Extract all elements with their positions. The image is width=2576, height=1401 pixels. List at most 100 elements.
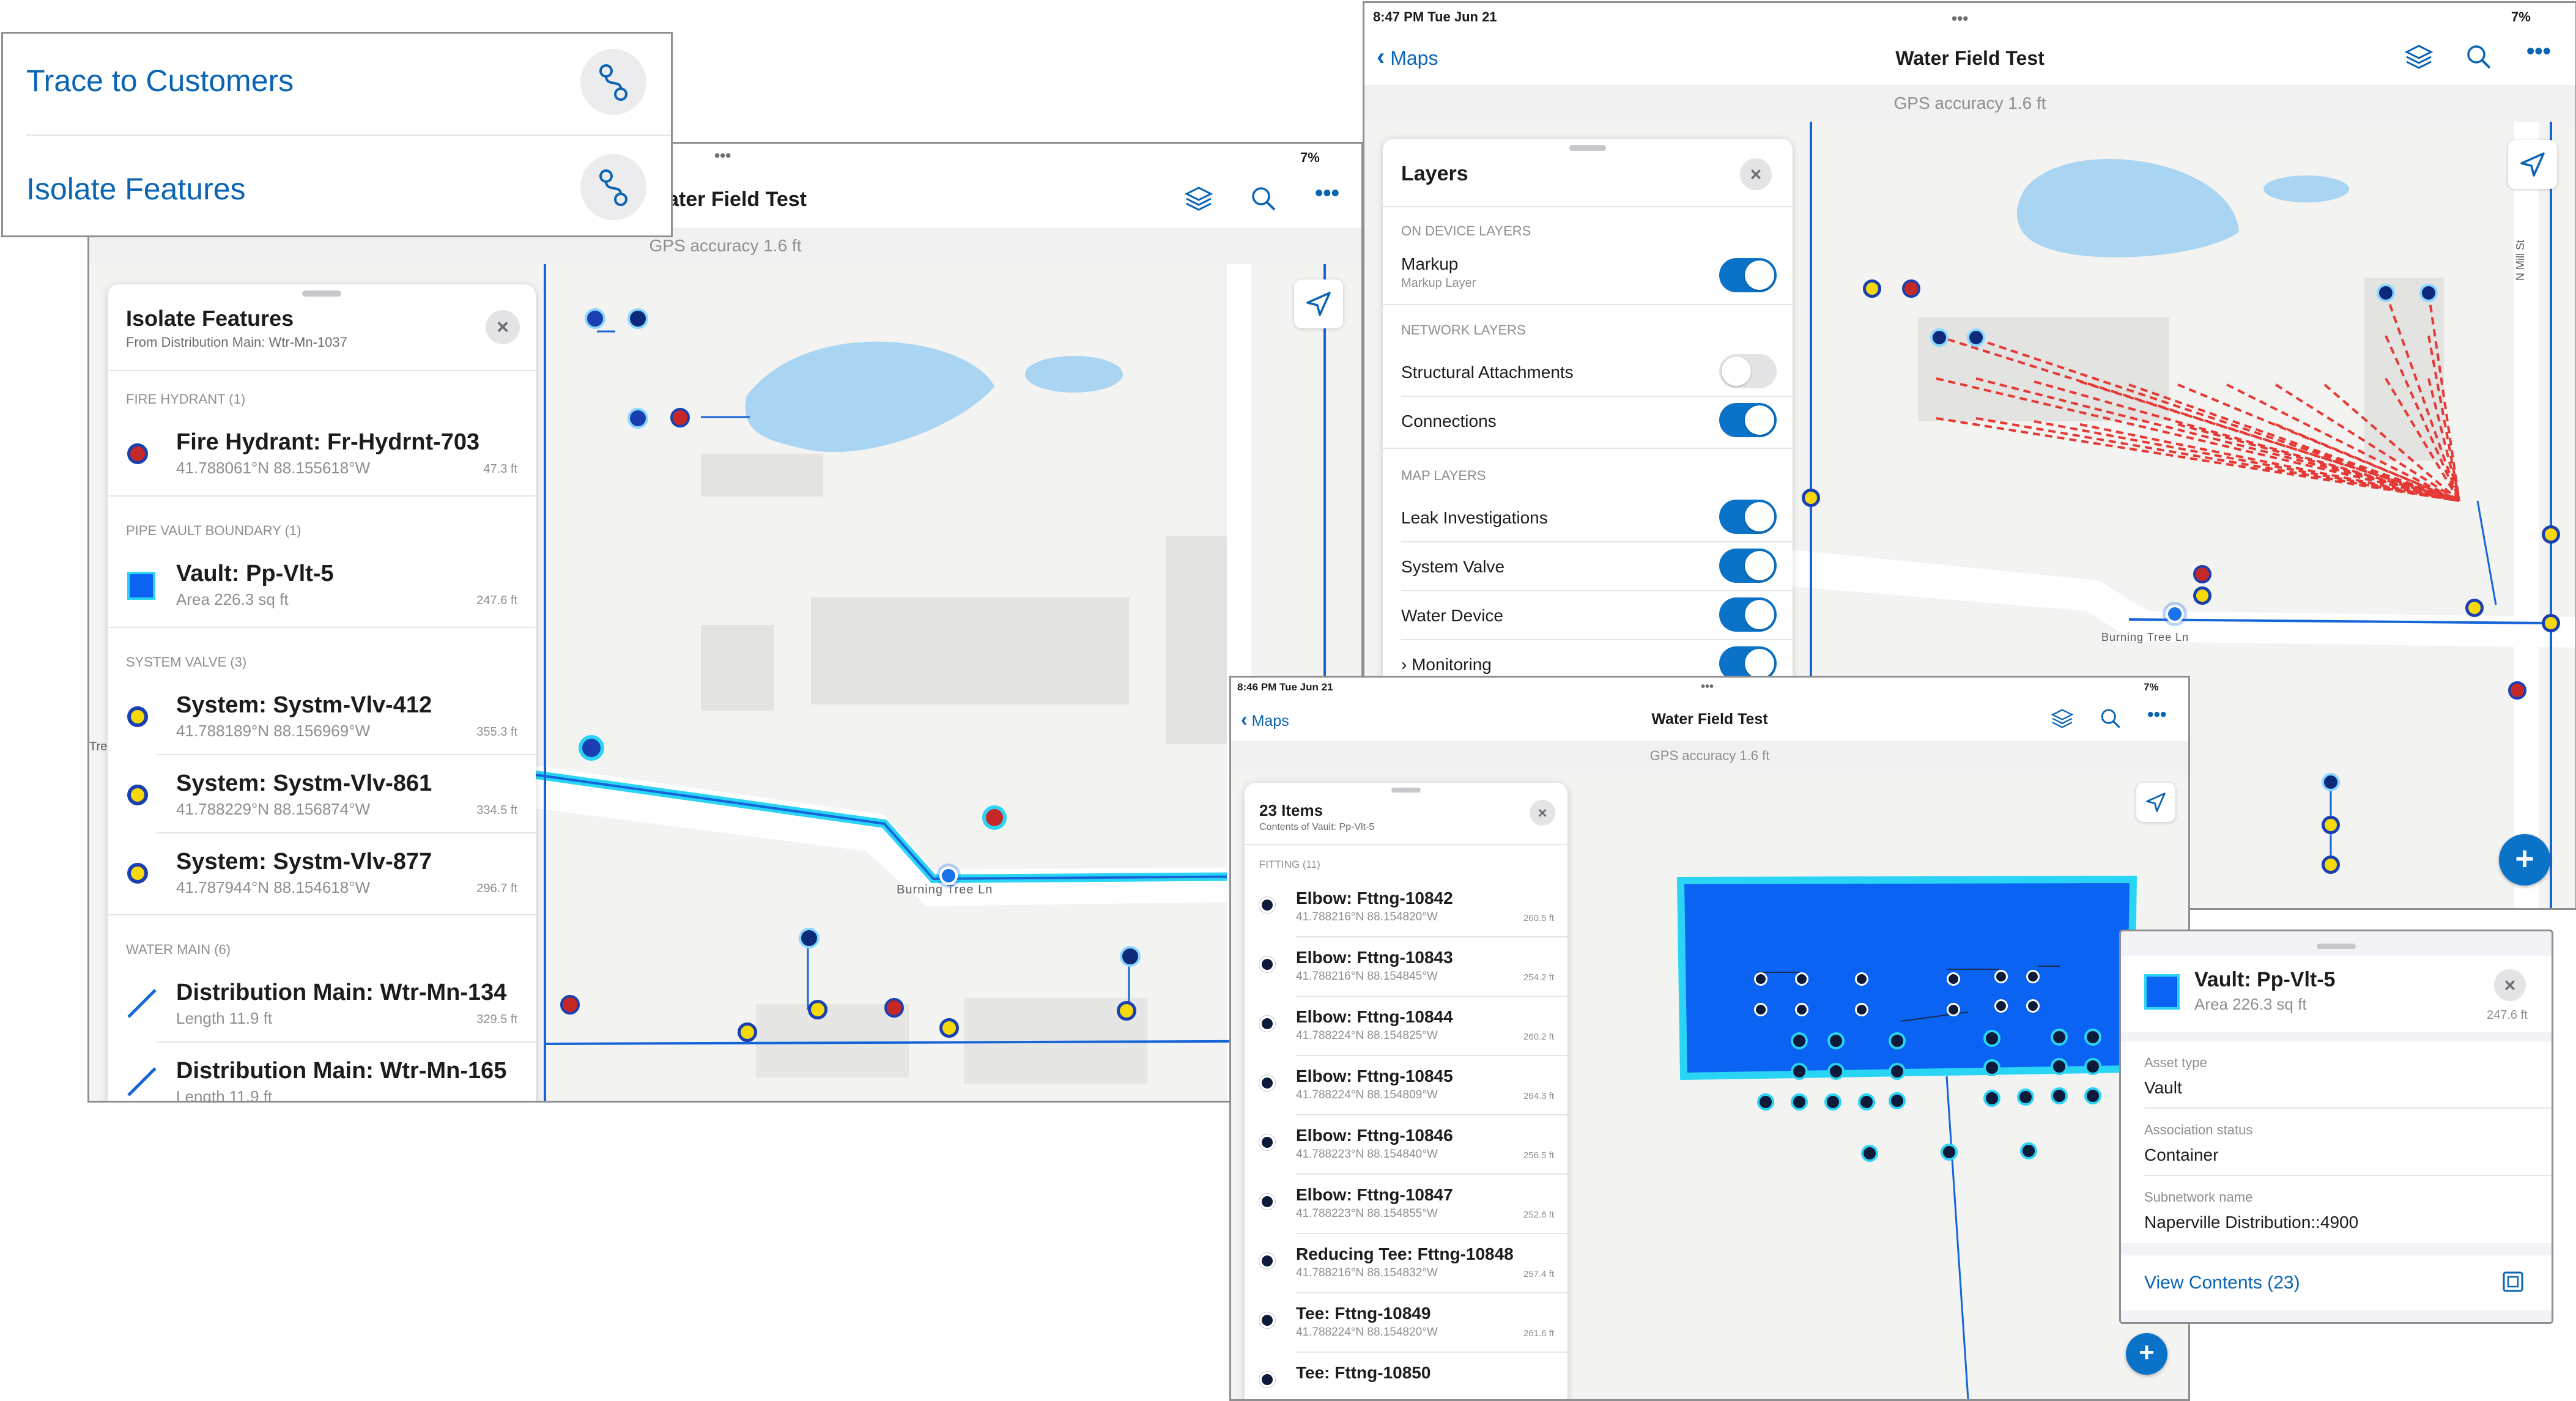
hydrant-icon[interactable] — [2508, 681, 2526, 700]
valve-icon[interactable] — [1827, 1032, 1845, 1049]
water-device-icon[interactable] — [1930, 328, 1949, 347]
valve-icon[interactable] — [2017, 1089, 2034, 1106]
valve-icon[interactable] — [2084, 1029, 2101, 1046]
fitting-icon[interactable] — [1795, 972, 1808, 986]
search-icon[interactable] — [2465, 43, 2492, 70]
close-button[interactable]: × — [1740, 158, 1772, 190]
fitting-icon[interactable] — [1947, 972, 1960, 986]
selected-hydrant-icon[interactable] — [982, 805, 1007, 830]
valve-icon[interactable] — [1941, 1144, 1958, 1161]
system-valve-icon[interactable] — [2322, 856, 2340, 874]
system-valve-icon[interactable] — [1117, 1001, 1136, 1021]
valve-icon[interactable] — [1791, 1093, 1808, 1111]
valve-icon[interactable] — [1889, 1032, 1906, 1049]
layer-row-system-valve[interactable]: System Valve — [1383, 541, 1793, 589]
close-button[interactable]: × — [486, 310, 520, 344]
water-device-icon[interactable] — [1967, 328, 1985, 347]
system-valve-icon[interactable] — [585, 308, 605, 329]
list-item[interactable]: Reducing Tee: Fttng-10848 41.788216°N 88… — [1245, 1233, 1567, 1292]
list-item[interactable]: System: Systm-Vlv-877 41.787944°N 88.154… — [108, 835, 536, 909]
list-item[interactable]: Elbow: Fttng-10844 41.788224°N 88.154825… — [1245, 996, 1567, 1055]
fitting-icon[interactable] — [1795, 1003, 1808, 1016]
list-item[interactable]: Fire Hydrant: Fr-Hydrnt-703 41.788061°N … — [108, 416, 536, 489]
view-contents-button[interactable]: View Contents (23) — [2121, 1255, 2552, 1310]
system-valve-icon[interactable] — [939, 1018, 959, 1038]
water-device-icon[interactable] — [2377, 284, 2395, 302]
valve-icon[interactable] — [1983, 1030, 2000, 1047]
add-feature-button[interactable]: + — [2499, 834, 2550, 885]
valve-icon[interactable] — [2051, 1087, 2068, 1104]
panel-grabber[interactable] — [2317, 944, 2356, 949]
more-menu-icon[interactable]: ••• — [1315, 180, 1339, 207]
system-valve-icon[interactable] — [2193, 586, 2211, 605]
more-menu-icon[interactable]: ••• — [2147, 704, 2167, 725]
layer-row-connections[interactable]: Connections — [1383, 396, 1793, 443]
fitting-icon[interactable] — [2026, 970, 2040, 983]
fitting-icon[interactable] — [2026, 999, 2040, 1013]
valve-icon[interactable] — [1757, 1093, 1774, 1111]
system-valve-toggle[interactable] — [1719, 549, 1777, 583]
valve-icon[interactable] — [2051, 1029, 2068, 1046]
valve-icon[interactable] — [1983, 1090, 2000, 1107]
valve-icon[interactable] — [2084, 1087, 2101, 1104]
locate-button[interactable] — [2508, 140, 2557, 189]
layers-icon[interactable] — [1184, 184, 1213, 213]
system-valve-icon[interactable] — [2322, 816, 2340, 834]
valve-icon[interactable] — [1827, 1063, 1845, 1080]
layers-icon[interactable] — [2404, 42, 2434, 72]
system-valve-icon[interactable] — [2542, 614, 2560, 632]
list-item[interactable]: Elbow: Fttng-10842 41.788216°N 88.154820… — [1245, 878, 1567, 936]
search-icon[interactable] — [1250, 185, 1277, 212]
layer-row-markup[interactable]: Markup Markup Layer — [1383, 246, 1793, 301]
fitting-icon[interactable] — [1754, 972, 1767, 986]
menu-item-trace[interactable]: Trace to Customers — [3, 34, 671, 135]
hydrant-icon[interactable] — [560, 995, 580, 1015]
search-icon[interactable] — [2100, 708, 2122, 730]
layer-row-structural[interactable]: Structural Attachments — [1383, 347, 1793, 394]
water-device-icon[interactable] — [2322, 773, 2340, 791]
system-valve-icon[interactable] — [2465, 599, 2484, 617]
list-item[interactable]: Elbow: Fttng-10845 41.788224°N 88.154809… — [1245, 1055, 1567, 1114]
fitting-icon[interactable] — [1947, 1003, 1960, 1016]
valve-icon[interactable] — [1983, 1059, 2000, 1076]
list-item[interactable]: Distribution Main: Wtr-Mn-165 Length 11.… — [108, 1044, 536, 1101]
list-item[interactable]: Elbow: Fttng-10847 41.788223°N 88.154855… — [1245, 1174, 1567, 1233]
list-item[interactable]: Distribution Main: Wtr-Mn-134 Length 11.… — [108, 966, 536, 1040]
water-device-icon[interactable] — [799, 928, 820, 948]
fitting-icon[interactable] — [1994, 999, 2008, 1013]
valve-icon[interactable] — [1889, 1092, 1906, 1109]
layer-row-leak[interactable]: Leak Investigations — [1383, 492, 1793, 540]
more-menu-icon[interactable]: ••• — [2526, 39, 2551, 65]
locate-button[interactable] — [1294, 279, 1343, 328]
fitting-icon[interactable] — [1855, 1003, 1868, 1016]
list-item[interactable]: System: Systm-Vlv-861 41.788229°N 88.156… — [108, 757, 536, 830]
valve-icon[interactable] — [1861, 1145, 1878, 1162]
list-item[interactable]: Elbow: Fttng-10846 41.788223°N 88.154840… — [1245, 1115, 1567, 1174]
close-button[interactable]: × — [2494, 969, 2526, 1001]
fitting-icon[interactable] — [1754, 1003, 1767, 1016]
valve-icon[interactable] — [1889, 1063, 1906, 1080]
system-valve-icon[interactable] — [808, 1000, 827, 1019]
menu-item-isolate[interactable]: Isolate Features — [3, 136, 671, 237]
valve-icon[interactable] — [1824, 1093, 1841, 1111]
water-device-icon[interactable] — [1120, 946, 1141, 967]
list-item[interactable]: Vault: Pp-Vlt-5 Area 226.3 sq ft 247.6 f… — [108, 547, 536, 621]
water-device-icon[interactable] — [627, 308, 648, 329]
fitting-icon[interactable] — [1994, 970, 2008, 983]
list-item[interactable]: Elbow: Fttng-10843 41.788216°N 88.154845… — [1245, 937, 1567, 996]
valve-icon[interactable] — [2020, 1142, 2037, 1159]
selected-valve-icon[interactable] — [579, 735, 604, 761]
hydrant-icon[interactable] — [884, 998, 904, 1018]
valve-icon[interactable] — [2051, 1058, 2068, 1075]
valve-icon[interactable] — [2084, 1058, 2101, 1075]
layer-row-water-device[interactable]: Water Device — [1383, 590, 1793, 638]
fitting-icon[interactable] — [1855, 972, 1868, 986]
panel-grabber[interactable] — [1569, 145, 1606, 151]
system-valve-icon[interactable] — [1802, 489, 1820, 507]
system-valve-icon[interactable] — [627, 408, 648, 429]
leak-toggle[interactable] — [1719, 500, 1777, 534]
panel-grabber[interactable] — [1391, 788, 1421, 793]
hydrant-icon[interactable] — [1902, 279, 1920, 298]
hydrant-icon[interactable] — [2193, 565, 2211, 583]
connections-toggle[interactable] — [1719, 403, 1777, 437]
